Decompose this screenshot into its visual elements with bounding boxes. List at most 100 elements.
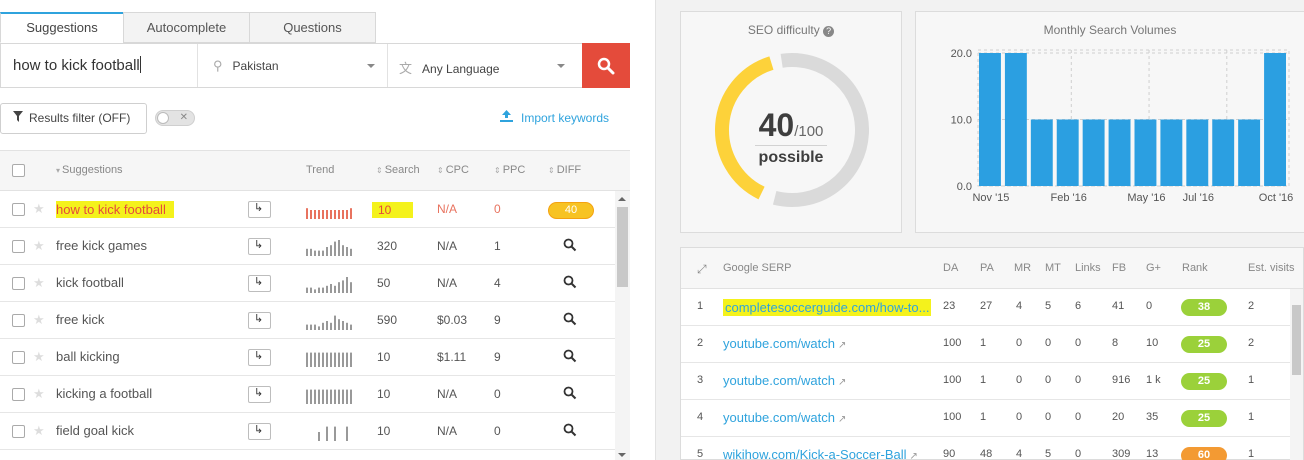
ppc-value: 1 (494, 239, 501, 253)
expand-keyword-button[interactable]: ↳ (248, 275, 271, 292)
language-select[interactable]: 文 Any Language (399, 58, 499, 77)
serp-url-link[interactable]: youtube.com/watch ↗ (723, 373, 846, 388)
seo-difficulty-label: possible (758, 149, 824, 166)
trend-bar (318, 389, 320, 404)
trend-bar (314, 289, 316, 293)
trend-sparkline (306, 277, 352, 293)
expand-keyword-button[interactable]: ↳ (248, 238, 271, 255)
search-icon[interactable] (563, 312, 577, 326)
expand-keyword-button[interactable]: ↳ (248, 349, 271, 366)
trend-bar (322, 389, 324, 404)
star-icon[interactable]: ★ (33, 349, 45, 365)
table-row[interactable]: ★ free kick games ↳ 320 N/A 1 (0, 228, 615, 265)
x-tick-label: May '16 (1127, 192, 1165, 204)
serp-url-link[interactable]: wikihow.com/Kick-a-Soccer-Ball ↗ (723, 447, 918, 460)
keyword-text[interactable]: kicking a football (56, 386, 152, 401)
serp-mr: 0 (1016, 411, 1023, 423)
trend-bar (330, 284, 332, 293)
table-row[interactable]: ★ how to kick football ↳ 10 N/A 0 40 (0, 191, 615, 228)
table-row[interactable]: ★ kick football ↳ 50 N/A 4 (0, 265, 615, 302)
serp-fb: 916 (1112, 374, 1131, 386)
col-gplus: G+ (1146, 262, 1161, 274)
row-checkbox[interactable] (12, 203, 25, 216)
expand-keyword-button[interactable]: ↳ (248, 201, 271, 218)
col-ppc[interactable]: ⇕ PPC (494, 164, 525, 176)
trend-bar (314, 389, 316, 404)
tab-suggestions[interactable]: Suggestions (0, 12, 124, 43)
serp-scrollbar[interactable] (1290, 289, 1303, 460)
star-icon[interactable]: ★ (33, 238, 45, 254)
expand-icon[interactable]: ⤢ (697, 262, 707, 277)
import-keywords-link[interactable]: Import keywords (500, 110, 609, 125)
col-diff[interactable]: ⇕ DIFF (548, 164, 581, 176)
star-icon[interactable]: ★ (33, 201, 45, 217)
row-checkbox[interactable] (12, 388, 25, 401)
table-row[interactable]: ★ ball kicking ↳ 10 $1.11 9 (0, 339, 615, 376)
external-link-icon[interactable]: ↗ (838, 340, 846, 351)
keyword-text[interactable]: ball kicking (56, 349, 120, 364)
expand-keyword-button[interactable]: ↳ (248, 423, 271, 440)
select-all-checkbox[interactable] (12, 164, 25, 177)
expand-keyword-button[interactable]: ↳ (248, 386, 271, 403)
search-icon[interactable] (563, 349, 577, 363)
arrow-right-icon: ↳ (254, 276, 264, 288)
search-icon[interactable] (563, 386, 577, 400)
table-row[interactable]: ★ field goal kick ↳ 10 N/A 0 (0, 413, 615, 450)
serp-row: 3 youtube.com/watch ↗ 100 1 0 0 0 916 1 k 25 1 (681, 363, 1291, 400)
expand-keyword-button[interactable]: ↳ (248, 312, 271, 329)
star-icon[interactable]: ★ (33, 275, 45, 291)
keyword-text[interactable]: free kick (56, 312, 104, 327)
row-checkbox[interactable] (12, 314, 25, 327)
trend-bar (346, 210, 348, 219)
search-button[interactable] (582, 43, 630, 88)
table-row[interactable]: ★ free kick ↳ 590 $0.03 9 (0, 302, 615, 339)
filter-toggle[interactable]: ✕ (155, 110, 195, 126)
tab-autocomplete[interactable]: Autocomplete (123, 12, 250, 43)
results-filter-button[interactable]: Results filter (OFF) (0, 103, 147, 134)
search-icon (597, 57, 615, 75)
trend-bar (318, 250, 320, 256)
location-select[interactable]: ⚲ Pakistan (213, 58, 279, 74)
volume-bar (1160, 119, 1183, 186)
star-icon[interactable]: ★ (33, 386, 45, 402)
table-row[interactable]: ★ kicking a football ↳ 10 N/A 0 (0, 376, 615, 413)
star-icon[interactable]: ★ (33, 312, 45, 328)
serp-url-link[interactable]: youtube.com/watch ↗ (723, 336, 846, 351)
serp-mr: 4 (1016, 300, 1023, 312)
keyword-text[interactable]: how to kick football (56, 201, 174, 218)
serp-g: 10 (1146, 337, 1159, 349)
serp-url-link[interactable]: youtube.com/watch ↗ (723, 410, 846, 425)
volume-bar (1030, 119, 1053, 186)
keyword-text[interactable]: field goal kick (56, 423, 134, 438)
results-filter-label: Results filter (OFF) (29, 111, 131, 125)
search-icon[interactable] (563, 238, 577, 252)
search-icon[interactable] (563, 275, 577, 289)
volume-bar (979, 53, 1001, 186)
col-suggestions[interactable]: ▾ Suggestions (56, 164, 123, 176)
row-checkbox[interactable] (12, 240, 25, 253)
arrow-right-icon: ↳ (254, 350, 264, 362)
row-checkbox[interactable] (12, 277, 25, 290)
trend-bar (338, 319, 340, 330)
tab-questions[interactable]: Questions (249, 12, 376, 43)
trend-sparkline (306, 389, 352, 404)
table-scrollbar[interactable] (615, 191, 630, 460)
external-link-icon[interactable]: ↗ (838, 414, 846, 425)
keyword-input[interactable]: how to kick football (13, 56, 141, 74)
row-checkbox[interactable] (12, 425, 25, 438)
col-cpc[interactable]: ⇕ CPC (437, 164, 469, 176)
col-search[interactable]: ⇕ Search (376, 164, 420, 176)
ppc-value: 0 (494, 424, 501, 438)
row-checkbox[interactable] (12, 351, 25, 364)
keyword-text[interactable]: free kick games (56, 238, 147, 253)
star-icon[interactable]: ★ (33, 423, 45, 439)
serp-url-link[interactable]: completesoccerguide.com/how-to... (723, 299, 932, 316)
search-icon[interactable] (563, 423, 577, 437)
ppc-value: 4 (494, 276, 501, 290)
ppc-value: 9 (494, 350, 501, 364)
external-link-icon[interactable]: ↗ (910, 451, 918, 460)
serp-da: 100 (943, 374, 962, 386)
keyword-text[interactable]: kick football (56, 275, 124, 290)
col-mt: MT (1045, 262, 1061, 274)
external-link-icon[interactable]: ↗ (838, 377, 846, 388)
